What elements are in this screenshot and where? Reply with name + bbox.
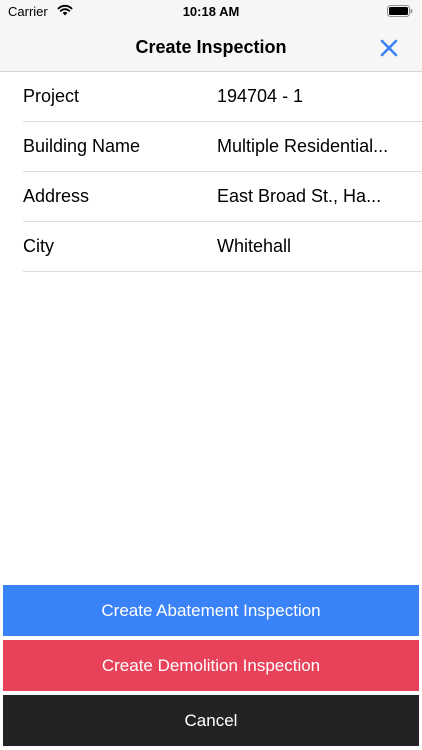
field-row-address: Address East Broad St., Ha... [23,172,422,222]
field-value: East Broad St., Ha... [217,186,382,206]
field-label: City [23,236,54,256]
cancel-button[interactable]: Cancel [3,695,419,746]
status-bar: Carrier 10:18 AM [0,0,422,24]
field-row-project: Project 194704 - 1 [23,72,422,122]
create-demolition-inspection-button[interactable]: Create Demolition Inspection [3,640,419,691]
field-row-building-name: Building Name Multiple Residential... [23,122,422,172]
status-time: 10:18 AM [182,4,240,19]
nav-bar: Create Inspection [0,24,422,72]
field-row-city: City Whitehall [23,222,422,272]
field-value: Whitehall [217,236,292,256]
field-label: Project [23,86,80,106]
field-label: Building Name [23,136,141,156]
create-abatement-inspection-button[interactable]: Create Abatement Inspection [3,585,419,636]
field-label: Address [23,186,90,206]
field-value: 194704 - 1 [217,86,304,106]
page-title: Create Inspection [135,37,287,57]
close-icon[interactable] [378,37,400,59]
inspection-details: Project 194704 - 1 Building Name Multipl… [0,72,422,272]
field-value: Multiple Residential... [217,136,389,156]
battery-icon [387,5,413,17]
